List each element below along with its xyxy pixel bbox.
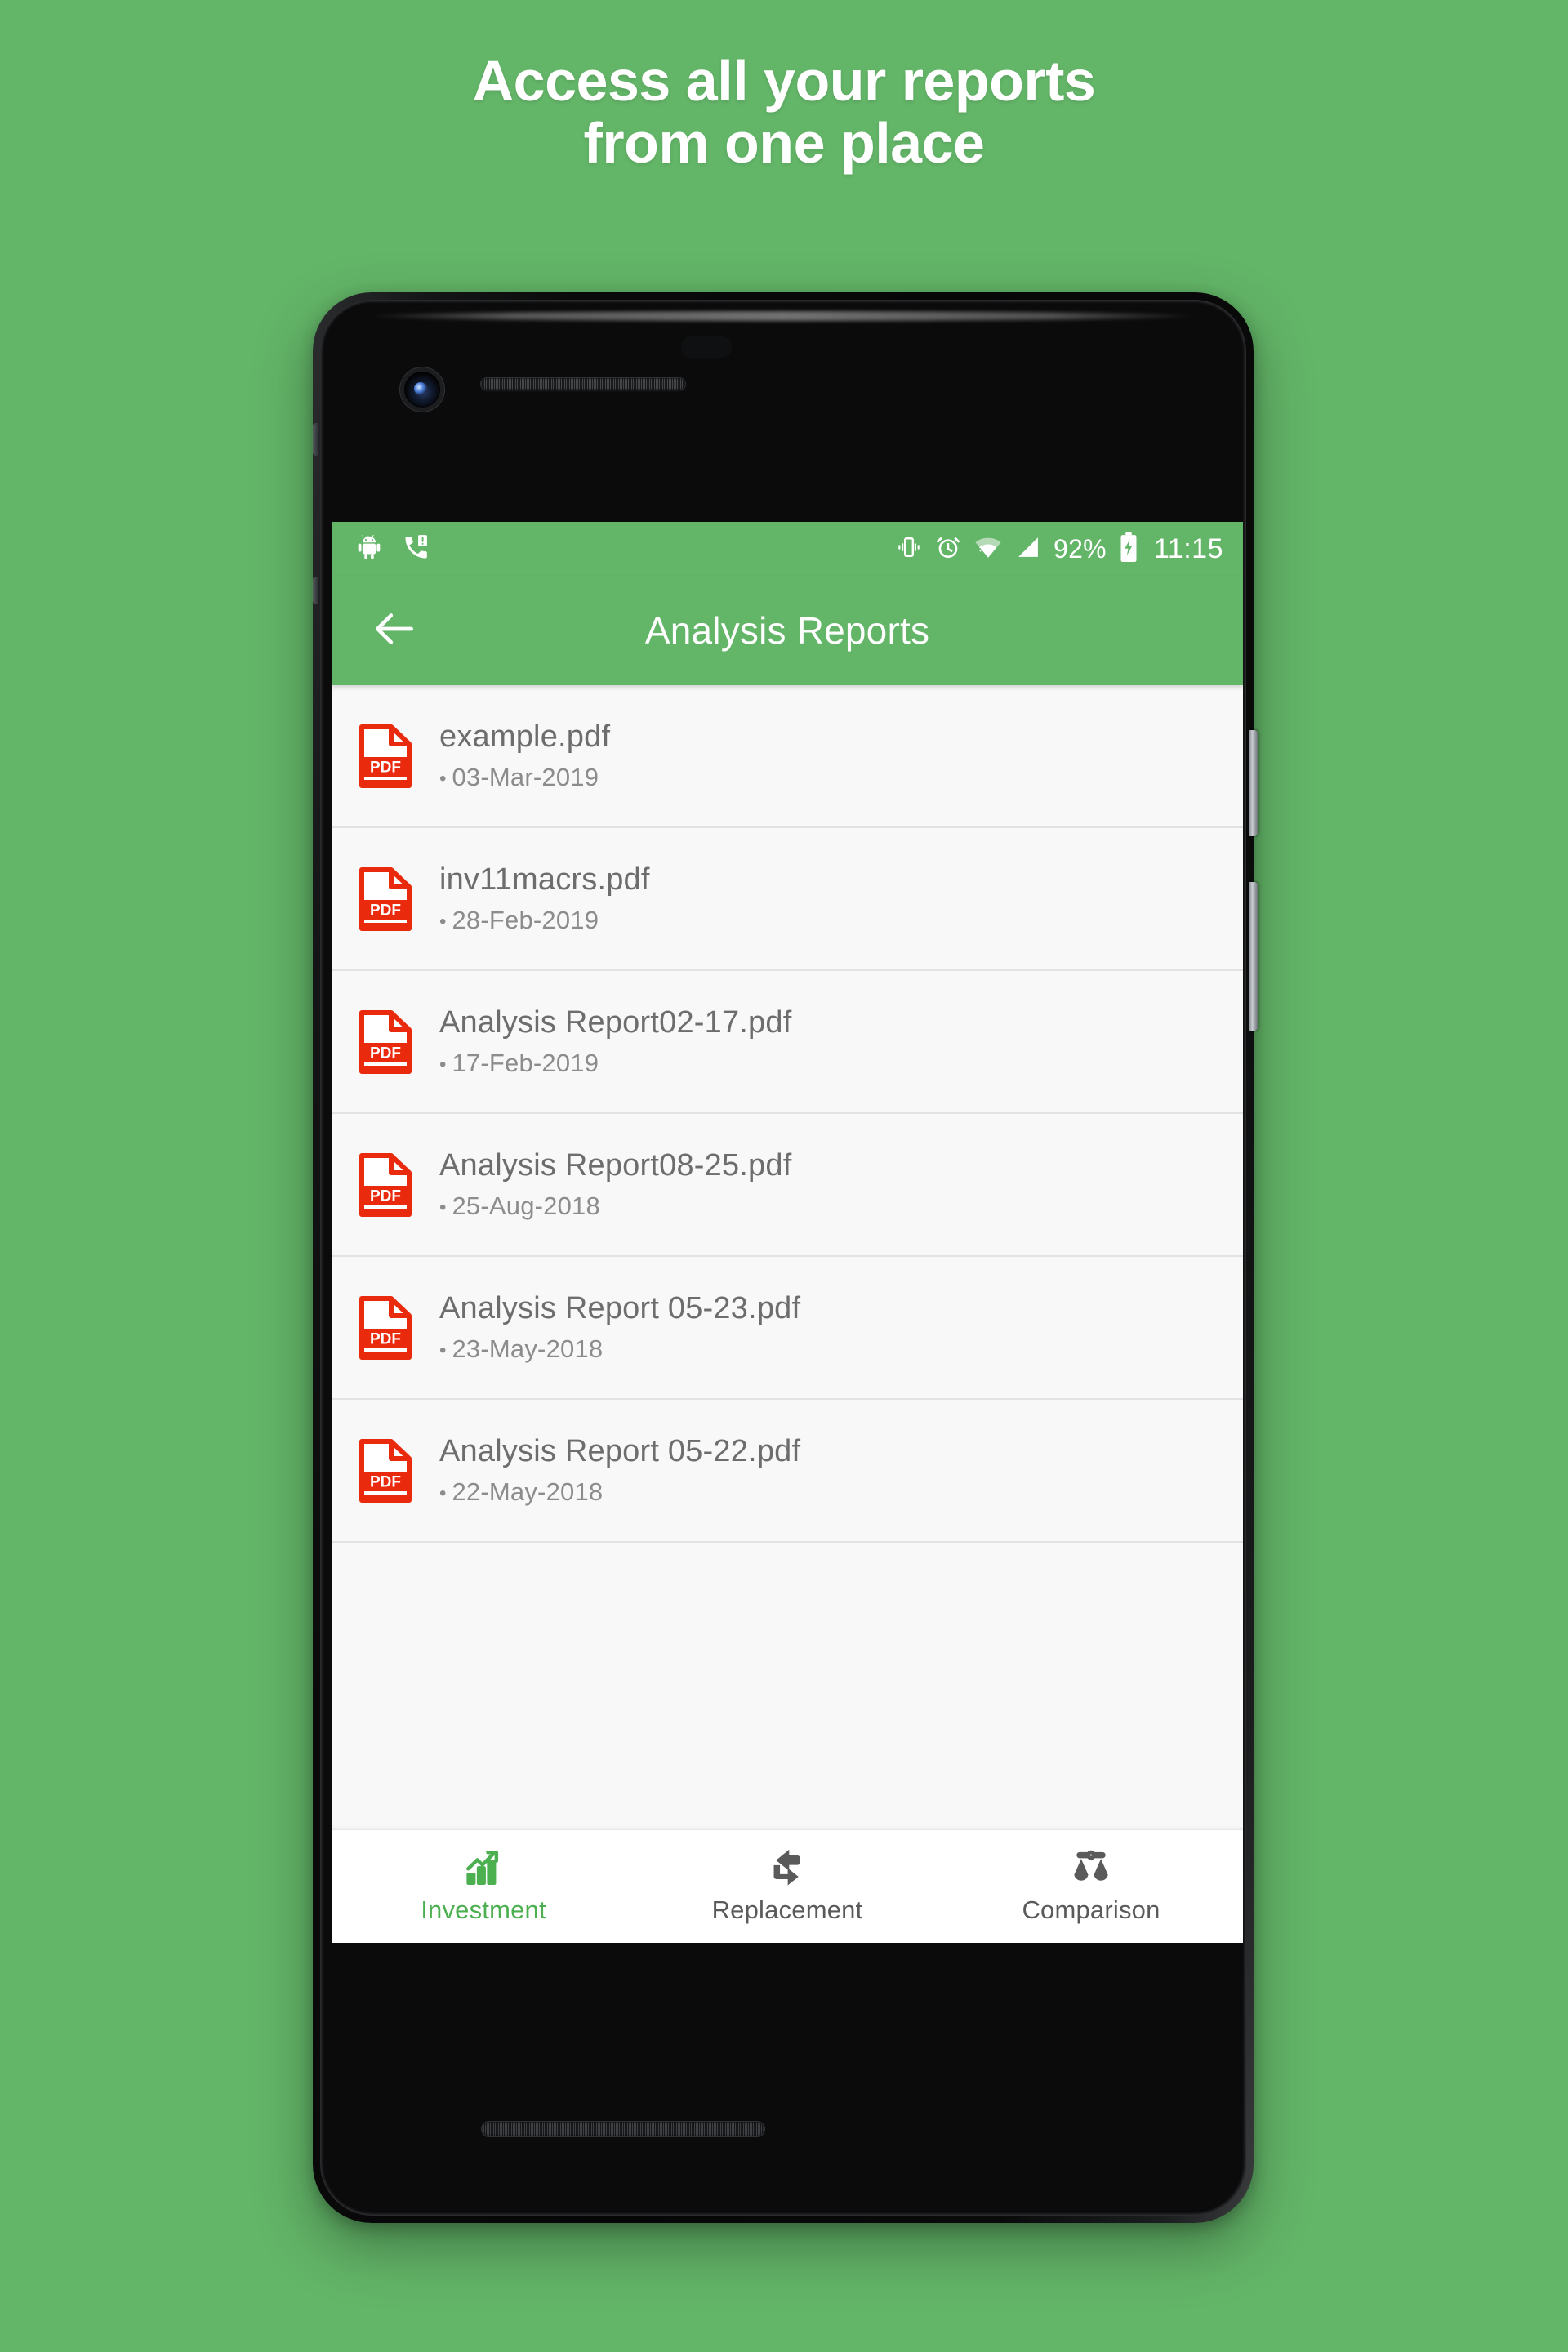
- volume-button[interactable]: [1250, 882, 1258, 1031]
- report-list-item[interactable]: Analysis Report08-25.pdf 25-Aug-2018: [332, 1114, 1243, 1257]
- pdf-file-icon: [359, 867, 412, 931]
- promo-headline: Access all your reports from one place: [0, 49, 1568, 175]
- bottom-nav-item-comparison[interactable]: Comparison: [939, 1849, 1243, 1925]
- battery-percent-label: 92%: [1053, 533, 1107, 564]
- app-bar: Analysis Reports: [332, 576, 1243, 685]
- bottom-nav-label: Replacement: [711, 1895, 863, 1924]
- proximity-sensor-icon: [681, 336, 732, 358]
- android-icon: [354, 532, 384, 566]
- pdf-file-icon: [359, 1296, 412, 1360]
- missed-call-icon: [402, 532, 431, 566]
- glass-highlight: [363, 311, 1204, 321]
- report-text: example.pdf 03-Mar-2019: [439, 719, 610, 792]
- phone-screen: 92% 11:15 Analysis Reports example.pdf •…: [332, 522, 1243, 1943]
- back-button[interactable]: [350, 604, 439, 658]
- report-text: Analysis Report 05-22.pdf 22-May-2018: [439, 1434, 800, 1507]
- report-list-item[interactable]: Analysis Report 05-23.pdf 23-May-2018: [332, 1257, 1243, 1400]
- report-text: Analysis Report02-17.pdf 17-Feb-2019: [439, 1005, 791, 1078]
- report-date: 22-May-2018: [439, 1477, 800, 1507]
- bar-chart-growth-icon: [463, 1849, 504, 1888]
- report-file-name: Analysis Report02-17.pdf: [439, 1005, 792, 1040]
- bottom-nav-label: Comparison: [1022, 1895, 1160, 1924]
- bottom-navigation: Investment Replacement Comparison: [332, 1829, 1243, 1943]
- report-date: 25-Aug-2018: [439, 1192, 791, 1221]
- phone-left-rail-upper: [313, 423, 318, 456]
- status-bar: 92% 11:15: [332, 522, 1243, 576]
- swap-arrows-icon: [767, 1849, 808, 1888]
- headline-line-1: Access all your reports: [472, 49, 1096, 113]
- phone-bezel: 92% 11:15 Analysis Reports example.pdf •…: [320, 300, 1246, 2216]
- report-date: 28-Feb-2019: [439, 906, 650, 935]
- phone-left-rail-lower: [313, 577, 318, 604]
- report-file-name: Analysis Report08-25.pdf: [439, 1148, 792, 1183]
- front-camera-icon: [404, 372, 440, 408]
- status-bar-right-icons: 92% 11:15: [895, 532, 1223, 567]
- report-text: Analysis Report 05-23.pdf 23-May-2018: [439, 1291, 800, 1364]
- bottom-speaker-icon: [481, 2121, 765, 2137]
- balance-scale-icon: [1071, 1849, 1111, 1888]
- bottom-nav-label: Investment: [421, 1895, 546, 1924]
- bottom-nav-item-replacement[interactable]: Replacement: [635, 1849, 939, 1925]
- page-title: Analysis Reports: [644, 609, 930, 652]
- report-file-name: Analysis Report 05-23.pdf: [439, 1291, 801, 1325]
- report-list-item[interactable]: inv11macrs.pdf 28-Feb-2019: [332, 828, 1243, 971]
- reports-list: example.pdf 03-Mar-2019 inv11macrs.pdf 28-F…: [332, 685, 1243, 1543]
- charging-battery-icon: [1118, 532, 1139, 567]
- report-date: 23-May-2018: [439, 1334, 800, 1364]
- wifi-icon: [973, 532, 1003, 566]
- report-list-item[interactable]: Analysis Report02-17.pdf 17-Feb-2019: [332, 971, 1243, 1114]
- report-list-item[interactable]: example.pdf 03-Mar-2019: [332, 685, 1243, 828]
- pdf-file-icon: [359, 724, 412, 788]
- report-text: Analysis Report08-25.pdf 25-Aug-2018: [439, 1148, 791, 1221]
- pdf-file-icon: [359, 1153, 412, 1217]
- report-text: inv11macrs.pdf 28-Feb-2019: [439, 862, 650, 935]
- signal-icon: [1014, 533, 1042, 565]
- report-file-name: Analysis Report 05-22.pdf: [439, 1434, 801, 1468]
- alarm-icon: [934, 533, 962, 565]
- status-bar-left-icons: [354, 532, 431, 566]
- vibrate-icon: [895, 533, 923, 565]
- report-file-name: inv11macrs.pdf: [439, 862, 650, 897]
- report-list-item[interactable]: Analysis Report 05-22.pdf 22-May-2018: [332, 1400, 1243, 1543]
- pdf-file-icon: [359, 1010, 412, 1074]
- status-bar-clock: 11:15: [1153, 532, 1223, 564]
- report-file-name: example.pdf: [439, 719, 611, 754]
- report-date: 03-Mar-2019: [439, 763, 610, 792]
- pdf-file-icon: [359, 1439, 412, 1503]
- power-button[interactable]: [1250, 730, 1258, 836]
- headline-line-2: from one place: [583, 110, 985, 175]
- report-date: 17-Feb-2019: [439, 1049, 791, 1078]
- earpiece-speaker-icon: [480, 377, 686, 390]
- back-arrow-icon: [369, 604, 420, 658]
- bottom-nav-item-investment[interactable]: Investment: [332, 1849, 635, 1925]
- phone-mockup: 92% 11:15 Analysis Reports example.pdf •…: [313, 292, 1258, 2223]
